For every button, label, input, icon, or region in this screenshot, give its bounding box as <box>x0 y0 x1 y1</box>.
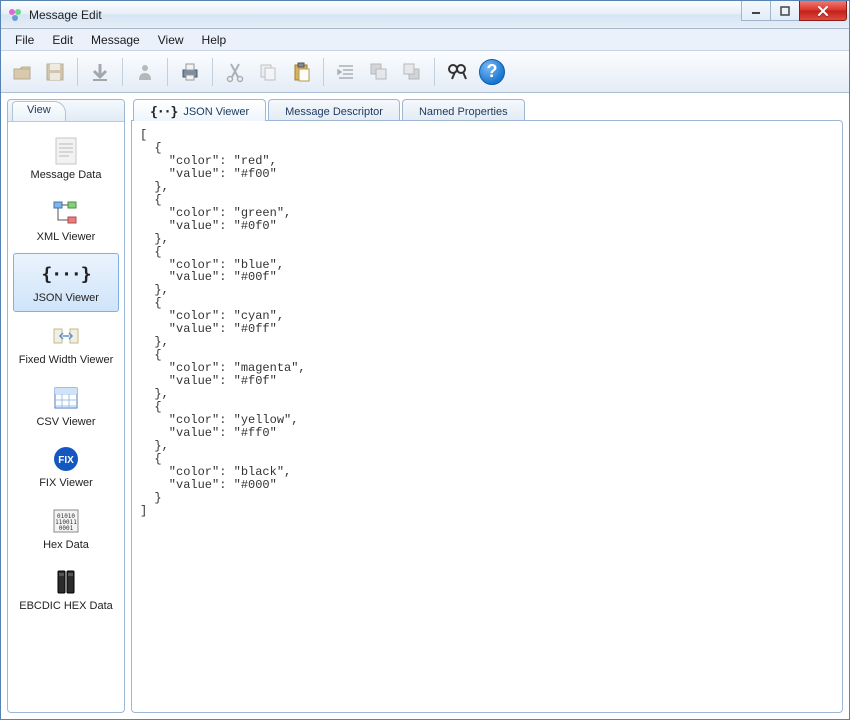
doc-icon <box>16 135 116 167</box>
sidebar-item-hex-data[interactable]: 010101100110001 Hex Data <box>13 500 119 559</box>
tab-label: JSON Viewer <box>183 106 249 118</box>
find-button[interactable] <box>442 57 472 87</box>
svg-text:FIX: FIX <box>58 455 74 466</box>
sidebar-item-label: FIX Viewer <box>16 477 116 490</box>
sidebar-item-label: CSV Viewer <box>16 416 116 429</box>
indent-button[interactable] <box>331 57 361 87</box>
sidebar-item-label: Message Data <box>16 169 116 182</box>
tab-message-descriptor[interactable]: Message Descriptor <box>268 99 400 121</box>
stack-back-button[interactable] <box>364 57 394 87</box>
sidebar: View Message Data XML Viewer <box>7 99 125 713</box>
copy-button[interactable] <box>253 57 283 87</box>
paste-button[interactable] <box>286 57 316 87</box>
toolbar-separator <box>434 58 435 86</box>
content-area: View Message Data XML Viewer <box>1 93 849 719</box>
toolbar-separator <box>323 58 324 86</box>
person-button[interactable] <box>130 57 160 87</box>
down-button[interactable] <box>85 57 115 87</box>
grid-icon <box>16 382 116 414</box>
toolbar-separator <box>77 58 78 86</box>
sidebar-item-xml-viewer[interactable]: XML Viewer <box>13 192 119 251</box>
sidebar-tab-view[interactable]: View <box>12 101 66 121</box>
menu-message[interactable]: Message <box>83 31 148 49</box>
help-symbol: ? <box>487 61 498 82</box>
open-button[interactable] <box>7 57 37 87</box>
app-icon <box>7 7 23 23</box>
app-window: Message Edit File Edit Message View Help <box>0 0 850 720</box>
server-icon <box>16 566 116 598</box>
sidebar-item-message-data[interactable]: Message Data <box>13 130 119 189</box>
tab-label: Message Descriptor <box>285 106 383 118</box>
menu-help[interactable]: Help <box>194 31 235 49</box>
menu-edit[interactable]: Edit <box>44 31 81 49</box>
toolbar: ? <box>1 51 849 93</box>
sidebar-item-ebcdic-hex-data[interactable]: EBCDIC HEX Data <box>13 561 119 620</box>
sidebar-item-json-viewer[interactable]: {···} JSON Viewer <box>13 253 119 312</box>
minimize-button[interactable] <box>741 1 771 21</box>
menubar: File Edit Message View Help <box>1 29 849 51</box>
fixedwidth-icon <box>16 320 116 352</box>
window-title: Message Edit <box>29 8 102 22</box>
tab-label: Named Properties <box>419 106 508 118</box>
stack-front-button[interactable] <box>397 57 427 87</box>
fix-icon: FIX <box>16 443 116 475</box>
json-icon: {··} <box>150 105 177 120</box>
tab-named-properties[interactable]: Named Properties <box>402 99 525 121</box>
sidebar-item-fixed-width-viewer[interactable]: Fixed Width Viewer <box>13 315 119 374</box>
toolbar-separator <box>212 58 213 86</box>
toolbar-separator <box>167 58 168 86</box>
menu-view[interactable]: View <box>150 31 192 49</box>
window-controls <box>742 1 847 21</box>
json-icon: {···} <box>16 258 116 290</box>
sidebar-item-fix-viewer[interactable]: FIX FIX Viewer <box>13 438 119 497</box>
cut-button[interactable] <box>220 57 250 87</box>
save-button[interactable] <box>40 57 70 87</box>
sidebar-item-label: XML Viewer <box>16 231 116 244</box>
sidebar-body: Message Data XML Viewer {···} JSON Viewe… <box>8 122 124 712</box>
help-button[interactable]: ? <box>479 59 505 85</box>
main-body: [ { "color": "red", "value": "#f00" }, {… <box>131 120 843 713</box>
svg-text:0001: 0001 <box>59 525 74 532</box>
maximize-button[interactable] <box>770 1 800 21</box>
close-button[interactable] <box>799 1 847 21</box>
tree-icon <box>16 197 116 229</box>
sidebar-item-csv-viewer[interactable]: CSV Viewer <box>13 377 119 436</box>
main-panel: {··} JSON Viewer Message Descriptor Name… <box>131 99 843 713</box>
sidebar-item-label: Fixed Width Viewer <box>16 354 116 367</box>
sidebar-item-label: Hex Data <box>16 539 116 552</box>
tab-json-viewer[interactable]: {··} JSON Viewer <box>133 99 266 121</box>
menu-file[interactable]: File <box>7 31 42 49</box>
print-button[interactable] <box>175 57 205 87</box>
hex-icon: 010101100110001 <box>16 505 116 537</box>
sidebar-tabstrip: View <box>8 100 124 122</box>
sidebar-item-label: EBCDIC HEX Data <box>16 600 116 613</box>
toolbar-separator <box>122 58 123 86</box>
json-content[interactable]: [ { "color": "red", "value": "#f00" }, {… <box>140 129 834 518</box>
main-tabstrip: {··} JSON Viewer Message Descriptor Name… <box>131 99 843 121</box>
titlebar: Message Edit <box>1 1 849 29</box>
sidebar-item-label: JSON Viewer <box>16 292 116 305</box>
